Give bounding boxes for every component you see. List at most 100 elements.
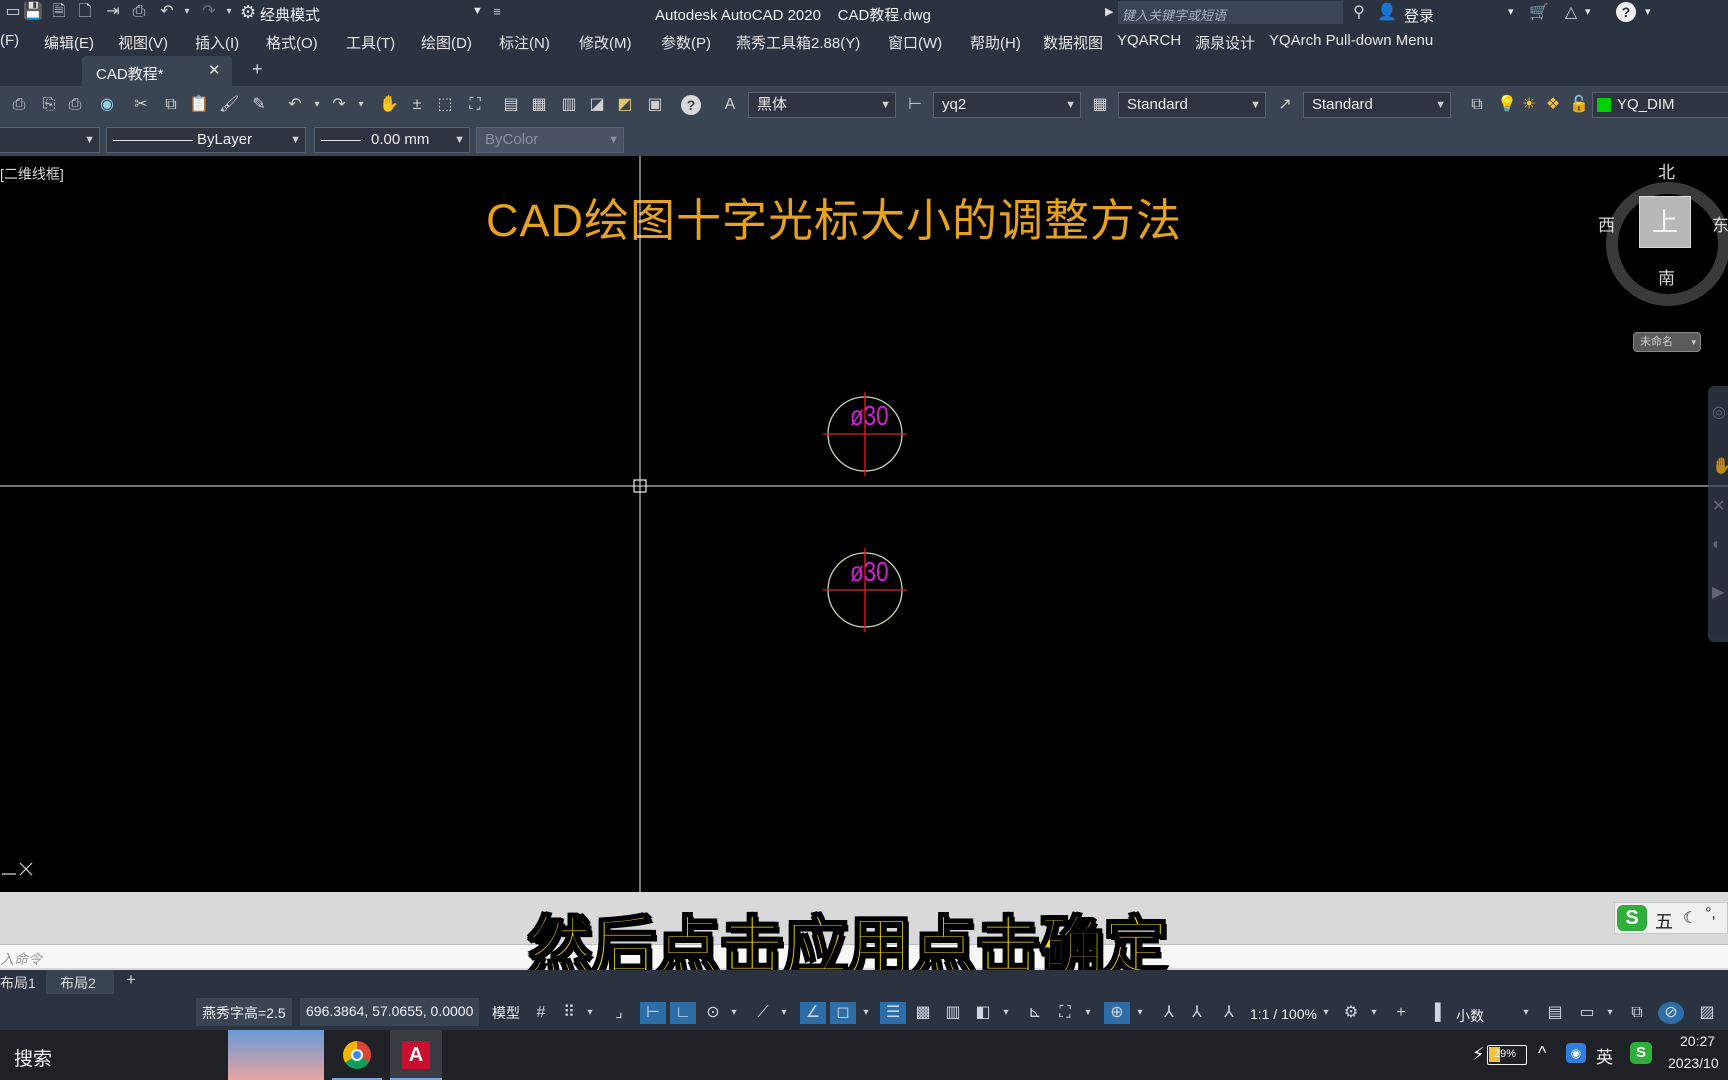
autodesk-a360-icon[interactable]: △ [1560, 2, 1582, 24]
menu-parametric[interactable]: 参数(P) [661, 32, 711, 53]
pan-icon[interactable]: ✋ [1712, 456, 1728, 476]
zoom-window-icon[interactable]: ⬚ [434, 94, 456, 116]
gizmo-dropdown-icon[interactable]: ▾ [1134, 1002, 1146, 1024]
block-editor-icon[interactable]: ✎ [248, 94, 270, 116]
compass-west[interactable]: 西 [1598, 211, 1615, 236]
a360-dropdown-icon[interactable]: ▾ [1585, 5, 1591, 18]
layer-properties-icon[interactable]: ⧉ [1466, 94, 1488, 116]
menu-file[interactable]: (F) [0, 32, 19, 49]
compass-north[interactable]: 北 [1658, 158, 1675, 183]
punctuation-icon[interactable]: °, [1705, 905, 1716, 923]
add-layout-icon[interactable]: + [126, 970, 136, 990]
units-icon[interactable]: ▐ [1424, 1002, 1446, 1024]
login-dropdown-icon[interactable]: ▾ [1508, 5, 1514, 18]
caret-right-icon[interactable]: ▶ [1105, 5, 1113, 18]
lineweight-icon[interactable]: ☰ [880, 1002, 906, 1024]
infer-constraints-icon[interactable]: ⌟ [608, 1002, 630, 1024]
dynamic-input-icon[interactable]: ⊢ [640, 1002, 666, 1024]
polar-tracking-icon[interactable]: ⊙ [702, 1002, 724, 1024]
layer-select[interactable]: YQ_DIM [1592, 92, 1728, 118]
sun-icon[interactable]: ☀ [1518, 94, 1540, 116]
ortho-mode-icon[interactable]: ∟ [670, 1002, 696, 1024]
undo-dropdown-icon[interactable]: ▾ [306, 94, 328, 116]
undo-icon[interactable]: ↶ [284, 94, 306, 116]
menu-modify[interactable]: 修改(M) [579, 32, 632, 53]
showmotion-icon[interactable]: ▶ [1712, 582, 1724, 602]
auto-scale-icon[interactable]: ⅄ [1186, 1002, 1208, 1024]
ime-mode[interactable]: 五 [1655, 908, 1673, 934]
power-plug-icon[interactable]: ⚡ [1472, 1044, 1485, 1065]
object-snap-tracking-icon[interactable]: ∠ [800, 1002, 826, 1024]
paste-icon[interactable]: 📋 [188, 94, 210, 116]
dimension-text-2[interactable]: ø30 [850, 556, 889, 588]
isometric-dropdown-icon[interactable]: ▾ [778, 1002, 790, 1024]
linetype-select[interactable]: ByLayer ▼ [106, 127, 306, 153]
menu-format[interactable]: 格式(O) [266, 32, 318, 53]
object-snap-icon[interactable]: ◻ [830, 1002, 856, 1024]
tab-layout1[interactable]: 布局1 [0, 973, 36, 993]
taskbar-search[interactable]: 搜索 [14, 1044, 52, 1071]
dimension-text-1[interactable]: ø30 [850, 400, 889, 432]
zoom-realtime-icon[interactable]: ± [406, 94, 428, 116]
moon-icon[interactable]: ☾ [1683, 908, 1697, 928]
ucs-menu[interactable]: 未命名 ▾ [1633, 332, 1701, 352]
filter-dropdown-icon[interactable]: ▾ [1082, 1002, 1094, 1024]
freeze-viewport-icon[interactable]: ❖ [1542, 94, 1564, 116]
undo-dropdown-icon[interactable]: ▾ [176, 1, 198, 23]
snap-icon[interactable]: ⠿ [558, 1002, 580, 1024]
units-value[interactable]: 小数 [1456, 1006, 1484, 1026]
show-hidden-icons-icon[interactable]: ^ [1538, 1043, 1546, 1064]
dimension-style-icon[interactable]: ⊢ [904, 94, 926, 116]
design-center-icon[interactable]: ▦ [528, 94, 550, 116]
isolate-objects-icon[interactable]: ⧉ [1626, 1002, 1648, 1024]
hardware-acceleration-icon[interactable]: ⊘ [1658, 1002, 1684, 1024]
pan-icon[interactable]: ✋ [378, 94, 400, 116]
multileader-style-icon[interactable]: ↗ [1274, 94, 1296, 116]
navigation-bar[interactable]: ◎ ✋ ✕ ◐ ▶ [1708, 386, 1728, 642]
menu-insert[interactable]: 插入(I) [195, 32, 239, 53]
publish-icon[interactable]: ⎙ [64, 94, 86, 116]
clock-date[interactable]: 2023/10 [1668, 1055, 1719, 1071]
grid-icon[interactable]: # [530, 1002, 552, 1024]
tab-cad-tutorial[interactable]: CAD教程* ✕ [82, 56, 232, 86]
viewcube[interactable]: 北 南 西 东 上 未命名 ▾ [1598, 156, 1728, 352]
isometric-drafting-icon[interactable]: ⟋ [752, 1002, 774, 1024]
menu-draw[interactable]: 绘图(D) [421, 32, 472, 53]
gizmo-icon[interactable]: ⊕ [1104, 1002, 1130, 1024]
plot-preview-icon[interactable]: ⎘ [38, 94, 60, 116]
scale-dropdown-icon[interactable]: ▾ [1320, 1002, 1332, 1024]
color-select[interactable]: ▼ [0, 127, 100, 153]
login-link[interactable]: 登录 [1404, 5, 1434, 26]
polar-dropdown-icon[interactable]: ▾ [728, 1002, 740, 1024]
menu-edit[interactable]: 编辑(E) [44, 32, 94, 53]
transparency-icon[interactable]: ▩ [912, 1002, 934, 1024]
table-style-icon[interactable]: ▦ [1089, 94, 1111, 116]
close-icon[interactable]: ✕ [208, 61, 221, 79]
user-icon[interactable]: 👤 [1376, 2, 1398, 24]
text-style-icon[interactable]: A [719, 94, 741, 116]
plot-icon[interactable]: ⎙ [128, 1, 150, 23]
help-icon[interactable]: ? [1616, 2, 1636, 22]
calculator-icon[interactable]: ▣ [644, 94, 666, 116]
menu-window[interactable]: 窗口(W) [888, 32, 942, 53]
open-icon[interactable]: ▭ [2, 1, 24, 23]
autocad-taskbar-button[interactable]: A [390, 1030, 442, 1080]
match-properties-icon[interactable]: 🖌 [218, 94, 240, 116]
tool-palettes-icon[interactable]: ▥ [558, 94, 580, 116]
table-style-select[interactable]: Standard ▼ [1118, 92, 1266, 118]
lock-ui-icon[interactable]: ▭ [1576, 1002, 1598, 1024]
annotation-visibility-icon[interactable]: ⅄ [1158, 1002, 1180, 1024]
plot-style-select[interactable]: ByColor ▼ [476, 127, 624, 153]
workspace-switcher[interactable]: ⚙ 经典模式 ▼ [240, 2, 485, 24]
battery-indicator[interactable]: 29% [1487, 1045, 1527, 1065]
annotation-monitor-icon[interactable]: + [1390, 1002, 1412, 1024]
3d-osnap-icon[interactable]: ◧ [972, 1002, 994, 1024]
menu-view[interactable]: 视图(V) [118, 32, 168, 53]
snap-dropdown-icon[interactable]: ▾ [584, 1002, 596, 1024]
undo-icon[interactable]: ↶ [156, 1, 178, 23]
units-dropdown-icon[interactable]: ▾ [1520, 1002, 1532, 1024]
osnap-dropdown-icon[interactable]: ▾ [860, 1002, 872, 1024]
text-style-select[interactable]: 黑体 ▼ [748, 92, 896, 118]
redo-icon[interactable]: ↷ [328, 94, 350, 116]
lineweight-select[interactable]: 0.00 mm ▼ [314, 127, 470, 153]
